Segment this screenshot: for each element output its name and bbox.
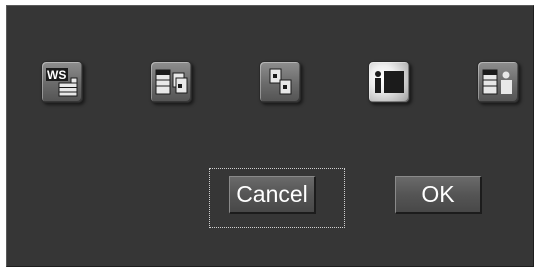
dialog-panel: WS Cancel OK: [6, 5, 534, 267]
ws-server-icon: WS: [46, 68, 78, 97]
documents-button[interactable]: [259, 61, 301, 103]
user-panel-icon: [375, 71, 404, 93]
svg-text:WS: WS: [47, 68, 66, 82]
server-documents-button[interactable]: [150, 61, 192, 103]
documents-icon: [269, 68, 292, 95]
server-documents-icon: [155, 69, 188, 95]
ws-server-button[interactable]: WS: [41, 61, 83, 103]
user-panel-button[interactable]: [368, 61, 410, 103]
server-user-button[interactable]: [477, 61, 519, 103]
ok-button[interactable]: OK: [395, 176, 482, 214]
server-user-icon: [482, 69, 512, 95]
cancel-button[interactable]: Cancel: [229, 176, 316, 214]
